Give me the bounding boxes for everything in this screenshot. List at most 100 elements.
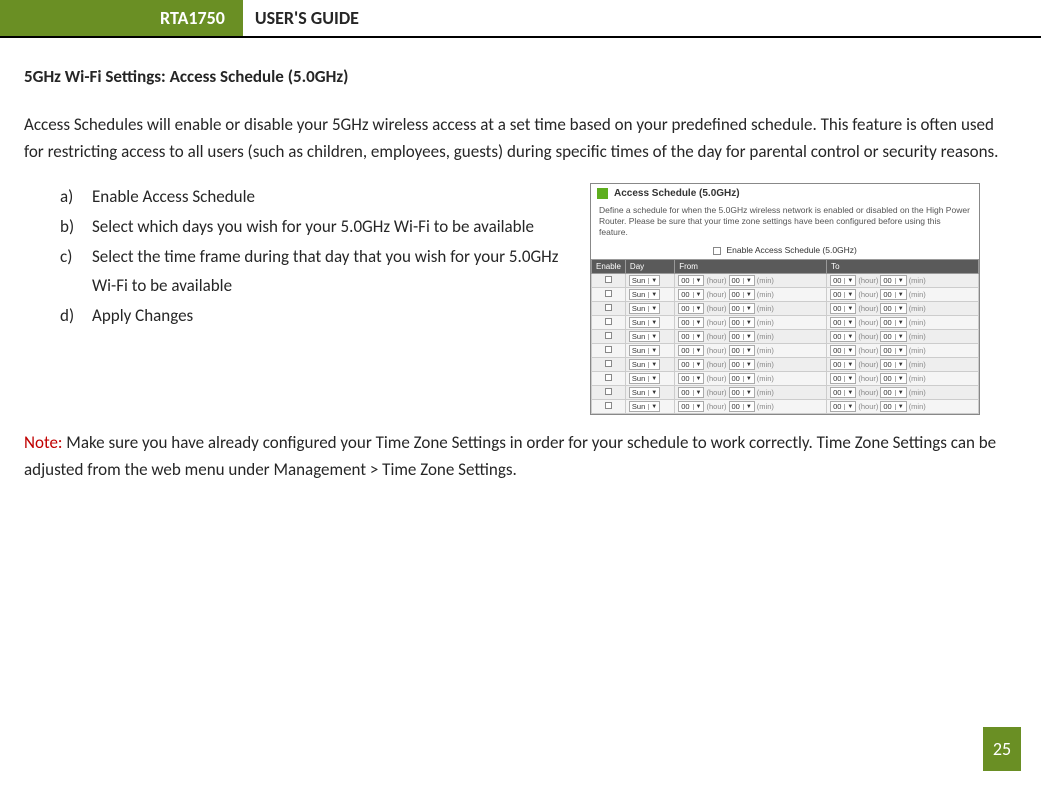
hour-select[interactable]: 00▼ <box>678 359 704 370</box>
chevron-down-icon: ▼ <box>693 334 702 340</box>
day-select[interactable]: Sun▼ <box>629 275 660 286</box>
chevron-down-icon: ▼ <box>895 320 904 326</box>
min-select[interactable]: 00▼ <box>880 303 906 314</box>
row-to-cell: 00▼(hour)00▼(min) <box>827 400 979 414</box>
hour-label: (hour) <box>706 332 726 341</box>
hour-select[interactable]: 00▼ <box>678 275 704 286</box>
chevron-down-icon: ▼ <box>693 390 702 396</box>
hour-label: (hour) <box>858 318 878 327</box>
hour-select[interactable]: 00▼ <box>830 303 856 314</box>
min-select[interactable]: 00▼ <box>729 401 755 412</box>
min-select[interactable]: 00▼ <box>729 303 755 314</box>
chevron-down-icon: ▼ <box>743 390 752 396</box>
min-select[interactable]: 00▼ <box>880 275 906 286</box>
chevron-down-icon: ▼ <box>648 362 657 368</box>
table-row: Sun▼00▼(hour)00▼(min)00▼(hour)00▼(min) <box>592 372 979 386</box>
hour-select[interactable]: 00▼ <box>678 401 704 412</box>
row-from-cell: 00▼(hour)00▼(min) <box>675 288 827 302</box>
hour-label: (hour) <box>706 402 726 411</box>
hour-label: (hour) <box>858 402 878 411</box>
table-row: Sun▼00▼(hour)00▼(min)00▼(hour)00▼(min) <box>592 358 979 372</box>
row-enable-checkbox[interactable] <box>605 276 612 283</box>
day-select[interactable]: Sun▼ <box>629 345 660 356</box>
row-enable-checkbox[interactable] <box>605 388 612 395</box>
row-enable-checkbox[interactable] <box>605 332 612 339</box>
hour-select[interactable]: 00▼ <box>830 359 856 370</box>
min-select[interactable]: 00▼ <box>729 373 755 384</box>
chevron-down-icon: ▼ <box>648 404 657 410</box>
day-select[interactable]: Sun▼ <box>629 317 660 328</box>
chevron-down-icon: ▼ <box>743 376 752 382</box>
min-select[interactable]: 00▼ <box>880 289 906 300</box>
min-select[interactable]: 00▼ <box>880 345 906 356</box>
chevron-down-icon: ▼ <box>743 306 752 312</box>
min-label: (min) <box>757 332 774 341</box>
day-select[interactable]: Sun▼ <box>629 303 660 314</box>
min-select[interactable]: 00▼ <box>880 359 906 370</box>
min-select[interactable]: 00▼ <box>880 401 906 412</box>
chevron-down-icon: ▼ <box>648 306 657 312</box>
row-from-cell: 00▼(hour)00▼(min) <box>675 316 827 330</box>
min-select[interactable]: 00▼ <box>880 317 906 328</box>
step-d: Apply Changes <box>60 302 582 330</box>
chevron-down-icon: ▼ <box>844 278 853 284</box>
day-select[interactable]: Sun▼ <box>629 373 660 384</box>
min-label: (min) <box>757 276 774 285</box>
min-select[interactable]: 00▼ <box>880 373 906 384</box>
min-select[interactable]: 00▼ <box>729 359 755 370</box>
row-enable-checkbox[interactable] <box>605 360 612 367</box>
hour-select[interactable]: 00▼ <box>830 331 856 342</box>
schedule-table: Enable Day From To Sun▼00▼(hour)00▼(min)… <box>591 259 979 414</box>
min-select[interactable]: 00▼ <box>729 317 755 328</box>
hour-select[interactable]: 00▼ <box>678 345 704 356</box>
hour-select[interactable]: 00▼ <box>678 373 704 384</box>
table-row: Sun▼00▼(hour)00▼(min)00▼(hour)00▼(min) <box>592 316 979 330</box>
hour-select[interactable]: 00▼ <box>830 345 856 356</box>
hour-select[interactable]: 00▼ <box>830 289 856 300</box>
min-label: (min) <box>909 290 926 299</box>
row-enable-checkbox[interactable] <box>605 374 612 381</box>
row-enable-checkbox[interactable] <box>605 304 612 311</box>
min-select[interactable]: 00▼ <box>880 331 906 342</box>
day-select[interactable]: Sun▼ <box>629 401 660 412</box>
hour-select[interactable]: 00▼ <box>678 303 704 314</box>
day-select[interactable]: Sun▼ <box>629 387 660 398</box>
chevron-down-icon: ▼ <box>844 362 853 368</box>
hour-select[interactable]: 00▼ <box>830 275 856 286</box>
chevron-down-icon: ▼ <box>844 292 853 298</box>
row-day-cell: Sun▼ <box>625 372 674 386</box>
enable-checkbox[interactable] <box>713 247 721 255</box>
hour-select[interactable]: 00▼ <box>830 373 856 384</box>
hour-label: (hour) <box>706 304 726 313</box>
day-select[interactable]: Sun▼ <box>629 359 660 370</box>
hour-label: (hour) <box>706 360 726 369</box>
note-paragraph: Note: Make sure you have already configu… <box>24 429 1017 483</box>
table-row: Sun▼00▼(hour)00▼(min)00▼(hour)00▼(min) <box>592 302 979 316</box>
chevron-down-icon: ▼ <box>844 390 853 396</box>
hour-label: (hour) <box>706 276 726 285</box>
hour-select[interactable]: 00▼ <box>678 317 704 328</box>
hour-select[interactable]: 00▼ <box>830 401 856 412</box>
hour-select[interactable]: 00▼ <box>678 289 704 300</box>
day-select[interactable]: Sun▼ <box>629 331 660 342</box>
row-enable-checkbox[interactable] <box>605 318 612 325</box>
min-select[interactable]: 00▼ <box>729 331 755 342</box>
hour-label: (hour) <box>706 290 726 299</box>
row-enable-checkbox[interactable] <box>605 346 612 353</box>
row-enable-checkbox[interactable] <box>605 402 612 409</box>
min-select[interactable]: 00▼ <box>729 275 755 286</box>
min-select[interactable]: 00▼ <box>729 387 755 398</box>
hour-select[interactable]: 00▼ <box>830 317 856 328</box>
day-select[interactable]: Sun▼ <box>629 289 660 300</box>
row-to-cell: 00▼(hour)00▼(min) <box>827 302 979 316</box>
min-select[interactable]: 00▼ <box>880 387 906 398</box>
min-select[interactable]: 00▼ <box>729 345 755 356</box>
min-select[interactable]: 00▼ <box>729 289 755 300</box>
row-enable-checkbox[interactable] <box>605 290 612 297</box>
hour-select[interactable]: 00▼ <box>678 387 704 398</box>
min-label: (min) <box>757 374 774 383</box>
table-row: Sun▼00▼(hour)00▼(min)00▼(hour)00▼(min) <box>592 400 979 414</box>
hour-select[interactable]: 00▼ <box>678 331 704 342</box>
hour-select[interactable]: 00▼ <box>830 387 856 398</box>
row-day-cell: Sun▼ <box>625 288 674 302</box>
